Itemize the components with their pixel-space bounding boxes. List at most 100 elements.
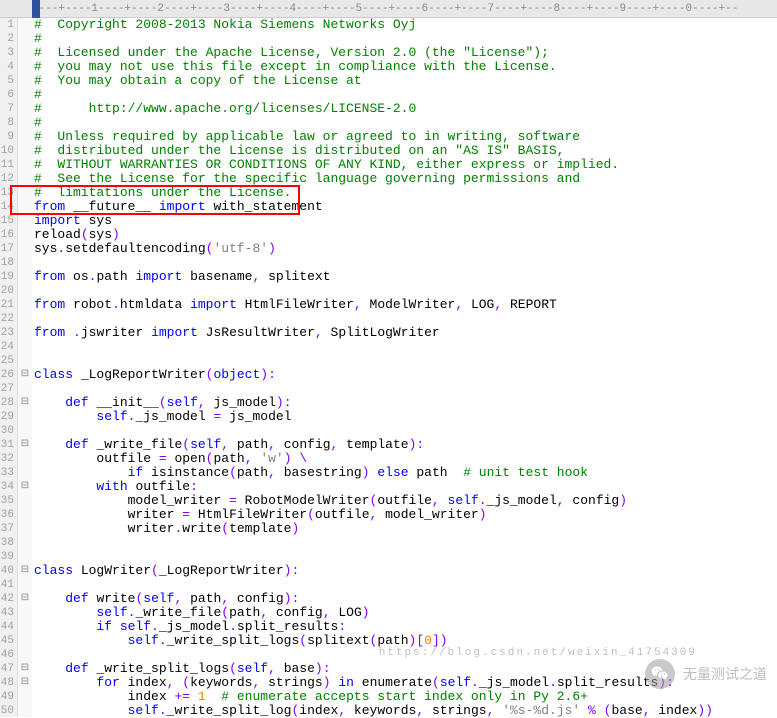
fold-marker[interactable]: ⊟	[18, 396, 32, 410]
token-op: ,	[221, 591, 229, 606]
code-line[interactable]: # distributed under the License is distr…	[34, 144, 777, 158]
token-op: .	[549, 675, 557, 690]
token-cmt: # Unless required by applicable law or a…	[34, 129, 580, 144]
code-line[interactable]: writer = HtmlFileWriter(outfile, model_w…	[34, 508, 777, 522]
code-line[interactable]: def __init__(self, js_model):	[34, 396, 777, 410]
code-line[interactable]: sys.setdefaultencoding('utf-8')	[34, 242, 777, 256]
token-id: path	[237, 465, 268, 480]
code-line[interactable]: def write(self, path, config):	[34, 592, 777, 606]
code-line[interactable]: # You may obtain a copy of the License a…	[34, 74, 777, 88]
token-op: )	[362, 465, 370, 480]
code-line[interactable]: def _write_file(self, path, config, temp…	[34, 438, 777, 452]
line-number: 36	[0, 508, 14, 522]
code-line[interactable]: class LogWriter(_LogReportWriter):	[34, 564, 777, 578]
code-line[interactable]	[34, 550, 777, 564]
code-line[interactable]: with outfile:	[34, 480, 777, 494]
code-line[interactable]: if isinstance(path, basestring) else pat…	[34, 466, 777, 480]
code-line[interactable]: from os.path import basename, splitext	[34, 270, 777, 284]
code-line[interactable]: #	[34, 116, 777, 130]
code-line[interactable]	[34, 340, 777, 354]
code-line[interactable]: from .jswriter import JsResultWriter, Sp…	[34, 326, 777, 340]
code-line[interactable]: import sys	[34, 214, 777, 228]
token-op: )	[284, 451, 292, 466]
fold-marker[interactable]: ⊟	[18, 480, 32, 494]
token-kw: self	[96, 605, 127, 620]
fold-marker[interactable]: ⊟	[18, 662, 32, 676]
token-cmt: # WITHOUT WARRANTIES OR CONDITIONS OF AN…	[34, 157, 619, 172]
fold-marker[interactable]: ⊟	[18, 368, 32, 382]
code-line[interactable]	[34, 382, 777, 396]
line-number: 8	[0, 116, 14, 130]
code-line[interactable]	[34, 284, 777, 298]
token-id: index	[299, 703, 338, 718]
code-line[interactable]: # Unless required by applicable law or a…	[34, 130, 777, 144]
code-line[interactable]: model_writer = RobotModelWriter(outfile,…	[34, 494, 777, 508]
token-fn: _write_split_logs	[167, 633, 300, 648]
code-line[interactable]: def _write_split_logs(self, base):	[34, 662, 777, 676]
code-line[interactable]	[34, 312, 777, 326]
code-line[interactable]	[34, 424, 777, 438]
fold-marker[interactable]: ⊟	[18, 564, 32, 578]
code-line[interactable]: if self._js_model.split_results:	[34, 620, 777, 634]
fold-marker[interactable]: ⊟	[18, 676, 32, 690]
code-area[interactable]: # Copyright 2008-2013 Nokia Siemens Netw…	[32, 18, 777, 717]
code-line[interactable]: outfile = open(path, 'w') \	[34, 452, 777, 466]
code-line[interactable]	[34, 648, 777, 662]
code-line[interactable]: # See the License for the specific langu…	[34, 172, 777, 186]
token-op: )	[323, 675, 331, 690]
fold-marker	[18, 704, 32, 718]
fold-marker[interactable]: ⊟	[18, 592, 32, 606]
line-number: 47	[0, 662, 14, 676]
code-line[interactable]: class _LogReportWriter(object):	[34, 368, 777, 382]
token-id: keywords	[346, 703, 416, 718]
token-id: outfile	[128, 479, 190, 494]
code-line[interactable]	[34, 354, 777, 368]
line-number: 44	[0, 620, 14, 634]
code-line[interactable]	[34, 578, 777, 592]
code-line[interactable]: # WITHOUT WARRANTIES OR CONDITIONS OF AN…	[34, 158, 777, 172]
token-op: ])	[432, 633, 448, 648]
token-pl	[34, 409, 96, 424]
line-number: 18	[0, 256, 14, 270]
line-number: 30	[0, 424, 14, 438]
ruler-caret	[32, 0, 40, 18]
fold-gutter[interactable]: ⊟⊟⊟⊟⊟⊟⊟⊟	[18, 18, 32, 717]
token-kw: self	[96, 409, 127, 424]
token-op: (	[182, 437, 190, 452]
code-line[interactable]	[34, 256, 777, 270]
code-line[interactable]: self._write_split_log(index, keywords, s…	[34, 704, 777, 718]
code-line[interactable]: reload(sys)	[34, 228, 777, 242]
code-line[interactable]: writer.write(template)	[34, 522, 777, 536]
code-line[interactable]: # http://www.apache.org/licenses/LICENSE…	[34, 102, 777, 116]
code-line[interactable]: for index, (keywords, strings) in enumer…	[34, 676, 777, 690]
token-op: ))	[697, 703, 713, 718]
fold-marker[interactable]: ⊟	[18, 438, 32, 452]
code-line[interactable]: #	[34, 88, 777, 102]
code-line[interactable]: self._write_split_logs(splitext(path)[0]…	[34, 634, 777, 648]
token-kw: def	[65, 437, 88, 452]
token-op: ):	[284, 563, 300, 578]
token-cmt: #	[34, 87, 42, 102]
token-op: ,	[323, 605, 331, 620]
line-number: 9	[0, 130, 14, 144]
token-op: %	[588, 703, 596, 718]
code-line[interactable]: self._js_model = js_model	[34, 410, 777, 424]
code-line[interactable]	[34, 536, 777, 550]
code-line[interactable]: # you may not use this file except in co…	[34, 60, 777, 74]
code-line[interactable]: self._write_file(path, config, LOG)	[34, 606, 777, 620]
fold-marker	[18, 634, 32, 648]
code-line[interactable]: from robot.htmldata import HtmlFileWrite…	[34, 298, 777, 312]
code-editor[interactable]: 1234567891011121314151617181920212223242…	[0, 18, 777, 717]
code-line[interactable]: # Licensed under the Apache License, Ver…	[34, 46, 777, 60]
token-id: LogWriter	[73, 563, 151, 578]
token-id	[65, 325, 73, 340]
token-cmt: #	[34, 115, 42, 130]
token-op: ,	[221, 437, 229, 452]
fold-marker	[18, 158, 32, 172]
token-kw: self	[440, 675, 471, 690]
code-line[interactable]: index += 1 # enumerate accepts start ind…	[34, 690, 777, 704]
code-line[interactable]: #	[34, 32, 777, 46]
fold-marker	[18, 32, 32, 46]
code-line[interactable]: # Copyright 2008-2013 Nokia Siemens Netw…	[34, 18, 777, 32]
fold-marker	[18, 214, 32, 228]
